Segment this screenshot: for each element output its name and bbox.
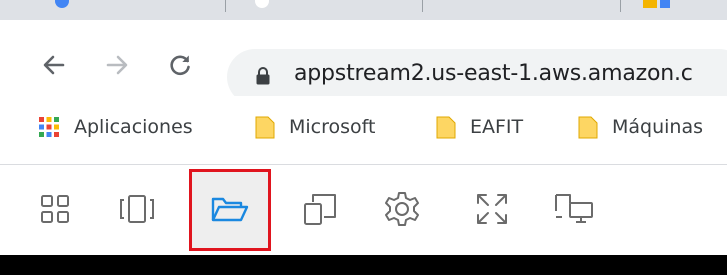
bookmark-folder-eafit[interactable]: EAFIT [436, 111, 523, 143]
folder-icon [436, 115, 456, 139]
bookmark-folder-microsoft[interactable]: Microsoft [255, 111, 375, 143]
tab-separator [225, 0, 226, 12]
browser-toolbar: appstream2.us-east-1.aws.amazon.c [0, 20, 727, 105]
tab-favicon-stub[interactable] [55, 0, 69, 8]
bookmark-folder-maquinas[interactable]: Máquinas [578, 111, 703, 143]
lock-icon [256, 67, 270, 85]
address-bar-url[interactable]: appstream2.us-east-1.aws.amazon.c [294, 61, 693, 86]
windows-switcher-icon [120, 195, 154, 223]
fullscreen-button[interactable] [470, 187, 514, 231]
folder-icon [255, 115, 275, 139]
tab-separator [422, 0, 423, 12]
appstream-toolbar [0, 165, 727, 255]
apps-grid-icon [38, 116, 60, 138]
catalog-grid-icon [41, 195, 69, 223]
folder-icon [578, 115, 598, 139]
bookmarks-bar: Aplicaciones Microsoft EAFIT Máquinas [0, 96, 727, 162]
settings-gear-icon [385, 192, 419, 226]
windows-button[interactable] [115, 187, 159, 231]
arrow-left-icon [43, 55, 65, 75]
streaming-session-area[interactable] [0, 255, 727, 275]
bookmark-aplicaciones[interactable]: Aplicaciones [38, 111, 193, 143]
reload-icon [170, 55, 190, 76]
clipboard-button[interactable] [298, 187, 342, 231]
my-files-folder-icon [211, 197, 249, 222]
bookmark-label: Máquinas [612, 116, 704, 138]
forward-button[interactable] [100, 48, 134, 82]
tab-separator [620, 0, 621, 12]
tab-favicon-stub[interactable] [660, 0, 670, 8]
dual-monitor-icon [555, 194, 593, 223]
fullscreen-icon [477, 194, 507, 224]
arrow-right-icon [106, 55, 128, 75]
clipboard-copy-icon [304, 194, 336, 225]
reload-button[interactable] [163, 48, 197, 82]
tab-favicon-stub[interactable] [255, 0, 269, 8]
catalog-button[interactable] [33, 187, 77, 231]
bookmark-label: Microsoft [289, 116, 376, 138]
bookmark-label: EAFIT [470, 116, 524, 138]
dual-monitor-button[interactable] [552, 187, 596, 231]
browser-tab-strip [0, 0, 727, 20]
settings-button[interactable] [380, 187, 424, 231]
tab-favicon-stub[interactable] [643, 0, 657, 8]
bookmark-label: Aplicaciones [74, 116, 193, 138]
my-files-button[interactable] [189, 169, 271, 251]
back-button[interactable] [37, 48, 71, 82]
